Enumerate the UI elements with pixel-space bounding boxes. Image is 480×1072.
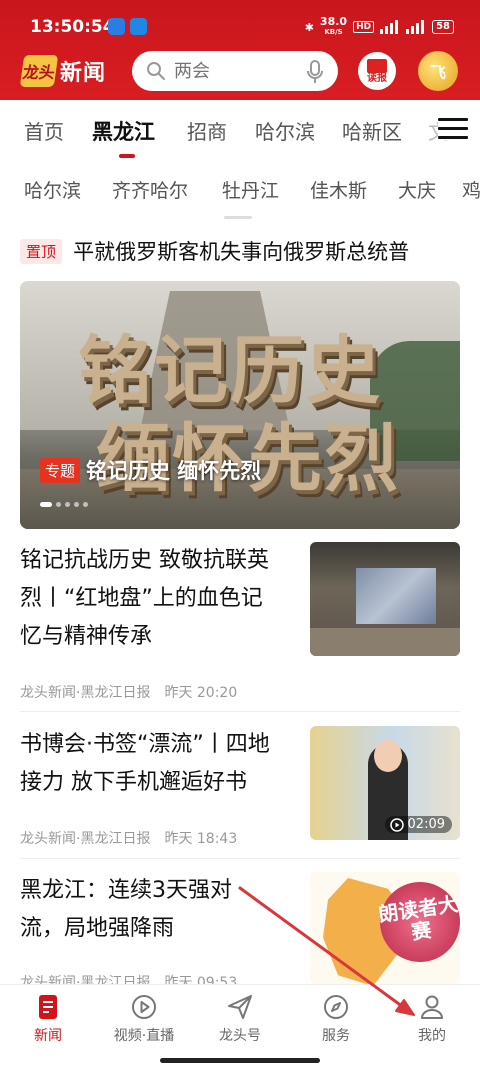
signal-icon [406,20,426,34]
search-icon [147,62,165,80]
compass-icon [324,995,348,1019]
newspaper-icon [367,58,387,73]
video-duration-label: 02:09 [407,817,445,832]
channel-menu-icon[interactable] [438,118,468,140]
nav-label: 龙头号 [219,1028,261,1044]
thumb-floor [310,628,460,656]
news-thumbnail: 朗读者大赛 [310,872,460,984]
region-daqing[interactable]: 大庆 [398,176,436,203]
home-indicator [160,1058,320,1063]
status-time: 13:50:54 [30,17,115,37]
play-icon [389,817,404,832]
search-bar[interactable] [132,51,338,91]
news-meta: 龙头新闻·黑龙江日报 昨天 20:20 [20,682,237,702]
tab-harbin[interactable]: 哈尔滨 [255,116,315,145]
nav-label: 视频·直播 [113,1028,175,1044]
channel-tabs: 首页 黑龙江 招商 哈尔滨 哈新区 文 [0,100,480,160]
video-duration: 02:09 [384,816,452,833]
read-newspaper-button[interactable]: 读报 [358,52,396,90]
logo-mark: 龙头 [19,55,59,87]
pinned-badge: 置顶 [20,238,63,264]
hd-icon: HD [353,21,375,33]
microphone-icon[interactable] [306,60,324,84]
carousel-indicator [40,502,88,507]
pinned-title: 平就俄罗斯客机失事向俄罗斯总统普 [73,240,410,264]
carousel-dot [56,502,61,507]
banner-big-text-line2: 缅怀先烈 [96,416,400,502]
news-video-thumbnail: 02:09 [310,726,460,840]
app-header: 13:50:54 ✱ 38.0 KB/S HD 58 龙头 新闻 两会 读报 飞 [0,0,480,100]
play-circle-icon [132,995,156,1019]
app-logo[interactable]: 龙头 新闻 [19,55,118,87]
carousel-dot [40,502,52,507]
carousel-dot [74,502,79,507]
nav-label: 服务 [322,1028,350,1044]
active-tab-indicator [119,154,135,158]
nav-longtou-hao[interactable]: 龙头号 [192,993,288,1045]
divider [20,711,460,712]
nav-label: 我的 [418,1028,446,1044]
bluetooth-icon: ✱ [304,20,314,34]
notification-app-icon [130,18,147,35]
news-meta: 龙头新闻·黑龙江日报 昨天 09:53 [20,972,237,984]
carousel-dot [65,502,70,507]
search-input[interactable] [174,60,294,82]
tab-home[interactable]: 首页 [24,116,64,145]
region-tabs: 哈尔滨 齐齐哈尔 牡丹江 佳木斯 大庆 鸡 [0,168,480,212]
tab-harbin-new-area[interactable]: 哈新区 [342,116,402,145]
scroll-handle [224,216,252,219]
user-icon [421,995,443,1019]
news-meta: 龙头新闻·黑龙江日报 昨天 18:43 [20,828,237,848]
news-source: 龙头新闻·黑龙江日报 [20,975,151,984]
news-item[interactable]: 书博会·书签“漂流”丨四地接力 放下手机邂逅好书 龙头新闻·黑龙江日报 昨天 18… [20,726,460,848]
region-qiqihar[interactable]: 齐齐哈尔 [112,176,188,203]
news-item[interactable]: 铭记抗战历史 致敬抗联英烈丨“红地盘”上的血色记忆与精神传承 龙头新闻·黑龙江日… [20,542,460,702]
news-source: 龙头新闻·黑龙江日报 [20,685,151,701]
news-item[interactable]: 黑龙江：连续3天强对流，局地强降雨 龙头新闻·黑龙江日报 昨天 09:53 朗读者… [20,872,460,984]
thumb-exhibit-wall [356,568,436,624]
signal-icon [380,20,400,34]
region-mudanjiang[interactable]: 牡丹江 [222,176,279,203]
news-title: 书博会·书签“漂流”丨四地接力 放下手机邂逅好书 [20,732,270,795]
nav-me[interactable]: 我的 [384,993,480,1045]
assistant-avatar-button[interactable]: 飞 [418,51,458,91]
tab-heilongjiang[interactable]: 黑龙江 [92,116,155,146]
topic-badge: 专题 [40,458,81,483]
news-source: 龙头新闻·黑龙江日报 [20,831,151,847]
featured-banner[interactable]: 铭记历史 缅怀先烈 专题 铭记历史 缅怀先烈 [20,281,460,529]
paper-plane-icon [228,995,252,1019]
status-bar: 13:50:54 ✱ 38.0 KB/S HD 58 [0,0,480,52]
battery-icon: 58 [432,20,454,34]
system-icons: ✱ 38.0 KB/S HD 58 [304,15,454,37]
nav-label: 新闻 [34,1028,62,1044]
news-title: 黑龙江：连续3天强对流，局地强降雨 [20,878,232,941]
logo-text: 新闻 [60,61,107,86]
notification-app-icon [108,18,125,35]
news-time: 昨天 20:20 [164,685,238,701]
region-jiamusi[interactable]: 佳木斯 [310,176,367,203]
tab-investment[interactable]: 招商 [187,116,227,145]
banner-title: 铭记历史 缅怀先烈 [86,459,262,483]
carousel-dot [83,502,88,507]
news-icon [39,995,57,1019]
news-title: 铭记抗战历史 致敬抗联英烈丨“红地盘”上的血色记忆与精神传承 [20,548,269,649]
region-partial[interactable]: 鸡 [462,176,480,203]
nav-video-live[interactable]: 视频·直播 [96,993,192,1045]
region-harbin[interactable]: 哈尔滨 [24,176,81,203]
news-thumbnail [310,542,460,656]
bottom-navigation: 新闻 视频·直播 龙头号 服务 我的 [0,984,480,1052]
net-speed: 38.0 KB/S [319,15,348,36]
pinned-headline[interactable]: 置顶 平就俄罗斯客机失事向俄罗斯总统普 [20,236,460,270]
nav-news[interactable]: 新闻 [0,993,96,1045]
news-time: 昨天 18:43 [164,831,238,847]
thumb-face [374,740,402,772]
divider [20,858,460,859]
thumb-seal-label: 朗读者大赛 [376,891,460,945]
nav-services[interactable]: 服务 [288,993,384,1045]
read-newspaper-label: 读报 [367,72,387,84]
news-time: 昨天 09:53 [164,975,238,984]
